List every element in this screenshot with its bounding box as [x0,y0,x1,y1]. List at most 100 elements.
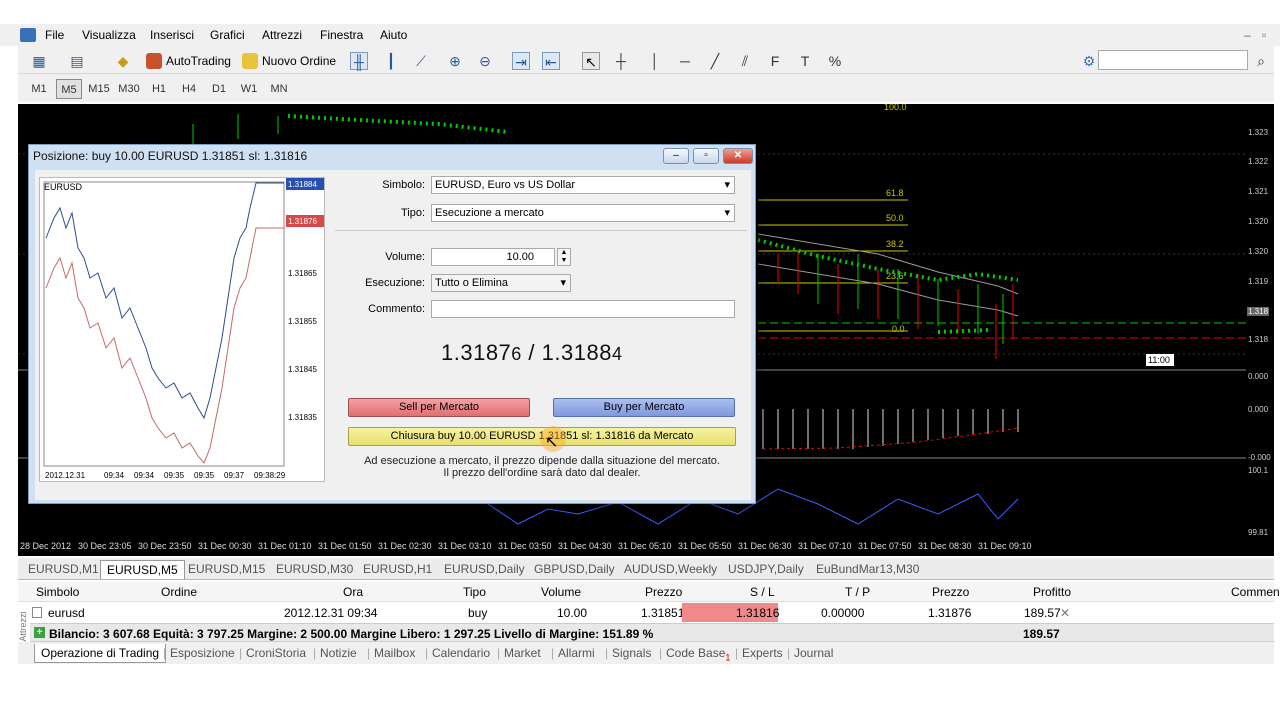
x-tick: 30 Dec 23:50 [138,541,192,551]
text-icon[interactable]: T [796,52,814,70]
chart-tab[interactable]: EURUSD,M15 [188,560,265,579]
terminal-tab[interactable]: Operazione di Trading [34,644,167,663]
timeframe-m30[interactable]: M30 [116,79,142,99]
zoom-in-icon[interactable]: ⊕ [446,52,464,70]
new-order-button[interactable]: Nuovo Ordine [242,50,336,72]
chart-tab[interactable]: AUDUSD,Weekly [624,560,717,579]
timeframe-h1[interactable]: H1 [146,79,172,99]
profiles-icon[interactable]: ▤ [68,52,86,70]
auto-scroll-icon[interactable]: ⇥ [512,52,530,70]
volume-stepper[interactable]: ▲ ▼ [557,248,571,266]
price-quote: 1.31876 / 1.31884 [441,340,622,366]
col-header[interactable]: Commen [1231,585,1280,599]
terminal-tab[interactable]: Notizie [320,644,357,663]
tick-chart-y-tick: 1.31845 [288,365,317,374]
chart-tab[interactable]: EURUSD,Daily [444,560,525,579]
search-icon[interactable]: ⌕ [1252,52,1270,70]
col-header[interactable]: Prezzo [645,585,682,599]
terminal-tab[interactable]: Journal [794,644,833,663]
dialog-minimize-button[interactable]: – [663,148,689,164]
horizontal-line-icon[interactable]: ─ [676,52,694,70]
col-header[interactable]: Simbolo [36,585,79,599]
menu-grafici[interactable]: Grafici [210,28,245,42]
market-watch-icon[interactable]: ◆ [114,52,132,70]
settings-gear-icon[interactable]: ⚙ [1080,52,1098,70]
autotrading-button[interactable]: AutoTrading [146,50,231,72]
execution-select[interactable]: Tutto o Elimina [431,274,571,292]
line-chart-icon[interactable]: ⟋ [412,52,430,70]
app-icon[interactable] [20,28,36,42]
arrows-icon[interactable]: % [826,52,844,70]
col-header[interactable]: Tipo [463,585,486,599]
timeframe-d1[interactable]: D1 [206,79,232,99]
dialog-close-button[interactable]: ✕ [723,148,753,164]
type-select[interactable]: Esecuzione a mercato [431,204,735,222]
menu-visualizza[interactable]: Visualizza [82,28,136,42]
chart-tab[interactable]: EURUSD,M1 [28,560,99,579]
crosshair-icon[interactable]: ┼ [612,52,630,70]
chart-shift-icon[interactable]: ⇤ [542,52,560,70]
search-input[interactable] [1098,50,1248,70]
cursor-icon[interactable]: ↖ [582,52,600,70]
candlestick-icon[interactable]: ┃ [382,52,400,70]
chart-tab[interactable]: USDJPY,Daily [728,560,804,579]
menu-aiuto[interactable]: Aiuto [380,28,407,42]
terminal-tab[interactable]: Calendario [432,644,490,663]
quote-separator: / [521,340,542,365]
timeframe-m1[interactable]: M1 [26,79,52,99]
menu-inserisci[interactable]: Inserisci [150,28,194,42]
timeframe-mn[interactable]: MN [266,79,292,99]
terminal-tab[interactable]: Code Base1 [666,644,730,663]
symbol-select[interactable]: EURUSD, Euro vs US Dollar [431,176,735,194]
new-chart-icon[interactable]: ▦ [30,52,48,70]
col-header[interactable]: S / L [750,585,775,599]
chart-tab[interactable]: GBPUSD,Daily [534,560,615,579]
fibonacci-icon[interactable]: F [766,52,784,70]
menu-file[interactable]: File [45,28,64,42]
col-header[interactable]: Prezzo [932,585,969,599]
chart-tab[interactable]: EURUSD,H1 [363,560,432,579]
terminal-tab[interactable]: Signals [612,644,651,663]
price-axis: 1.323 1.322 1.321 1.320 1.320 1.319 1.31… [1246,104,1274,538]
menu-finestra[interactable]: Finestra [320,28,363,42]
close-icon[interactable]: ✕ [1060,606,1070,620]
table-row[interactable]: eurusd 2012.12.31 09:34 buy 10.00 1.3185… [18,603,1274,622]
divider [335,230,747,231]
cell-tp[interactable]: 0.00000 [821,606,864,620]
timeframe-w1[interactable]: W1 [236,79,262,99]
timeframe-m15[interactable]: M15 [86,79,112,99]
col-header[interactable]: Profitto [1033,585,1071,599]
col-header[interactable]: T / P [845,585,870,599]
tab-separator: | [659,646,663,660]
buy-market-button[interactable]: Buy per Mercato [553,398,735,417]
terminal-tab[interactable]: Market [504,644,541,663]
bar-chart-icon[interactable]: ╫ [350,52,368,70]
timeframe-m5[interactable]: M5 [56,79,82,99]
dialog-restore-button[interactable]: ▫ [693,148,719,164]
terminal-tab[interactable]: Allarmi [558,644,595,663]
terminal-tab[interactable]: Experts [742,644,783,663]
terminal-tab[interactable]: Mailbox [374,644,415,663]
comment-input[interactable] [431,300,735,318]
col-header[interactable]: Ordine [161,585,197,599]
volume-input[interactable]: 10.00 [431,248,555,266]
zoom-out-icon[interactable]: ⊖ [476,52,494,70]
col-header[interactable]: Ora [343,585,363,599]
comment-label: Commento: [368,303,425,315]
menu-attrezzi[interactable]: Attrezzi [262,28,302,42]
cell-sl[interactable]: 1.31816 [736,606,779,620]
terminal-tab[interactable]: Esposizione [170,644,235,663]
minimize-icon[interactable]: – [1244,28,1251,42]
timeframe-h4[interactable]: H4 [176,79,202,99]
chart-tab[interactable]: EURUSD,M5 [100,560,185,579]
chart-tab[interactable]: EuBundMar13,M30 [816,560,919,579]
col-header[interactable]: Volume [541,585,581,599]
x-tick: 31 Dec 05:10 [618,541,672,551]
chart-tab[interactable]: EURUSD,M30 [276,560,353,579]
trendline-icon[interactable]: ╱ [706,52,724,70]
restore-icon[interactable]: ▫ [1262,28,1266,42]
vertical-line-icon[interactable]: │ [646,52,664,70]
sell-market-button[interactable]: Sell per Mercato [348,398,530,417]
channel-icon[interactable]: ⫽ [736,52,754,70]
terminal-tab[interactable]: CroniStoria [246,644,306,663]
